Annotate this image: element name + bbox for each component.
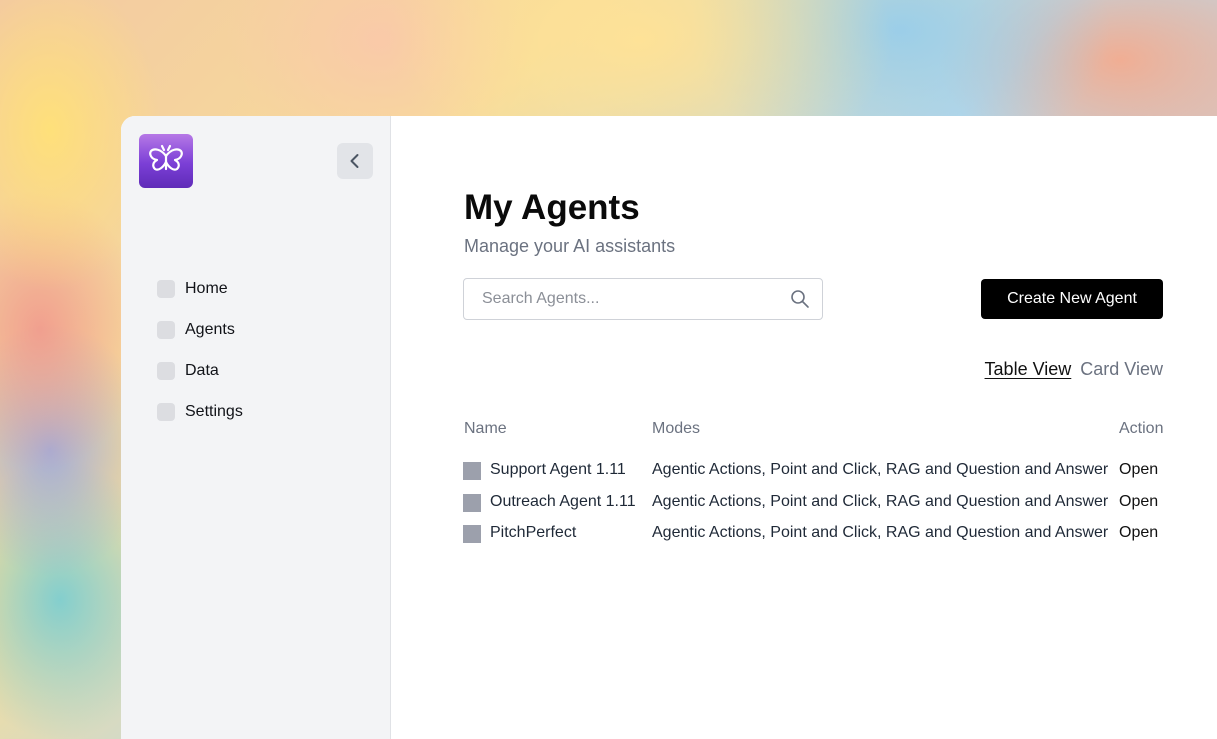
search-icon[interactable] xyxy=(790,289,810,309)
app-logo xyxy=(139,134,193,188)
column-header-action: Action xyxy=(1119,420,1164,437)
data-icon xyxy=(157,361,175,380)
agent-modes: Agentic Actions, Point and Click, RAG an… xyxy=(652,492,1109,510)
page-title: My Agents xyxy=(464,188,640,227)
column-header-modes: Modes xyxy=(652,420,701,437)
search-box xyxy=(463,278,823,320)
agents-table-body: Support Agent 1.11 Agentic Actions, Poin… xyxy=(463,457,1165,552)
sidebar-item-label: Settings xyxy=(185,402,243,420)
home-icon xyxy=(157,279,175,298)
agent-name: Outreach Agent 1.11 xyxy=(490,492,636,510)
card-view-tab[interactable]: Card View xyxy=(1080,359,1163,380)
agent-icon xyxy=(463,525,481,543)
column-header-name: Name xyxy=(464,420,507,437)
search-input[interactable] xyxy=(464,279,782,319)
sidebar-item-agents[interactable]: Agents xyxy=(157,309,243,350)
agent-name: Support Agent 1.11 xyxy=(490,461,626,478)
sidebar-item-label: Home xyxy=(185,279,228,297)
view-toggle: Table View Card View xyxy=(985,359,1163,380)
open-agent-link[interactable]: Open xyxy=(1119,493,1158,511)
sidebar-nav: Home Agents Data Settings xyxy=(157,268,243,432)
app-window: Home Agents Data Settings My Agents Mana… xyxy=(121,116,1217,739)
sidebar-item-label: Data xyxy=(185,361,219,379)
agent-icon xyxy=(463,462,481,480)
open-agent-link[interactable]: Open xyxy=(1119,461,1158,479)
table-view-tab[interactable]: Table View xyxy=(985,359,1072,380)
sidebar: Home Agents Data Settings xyxy=(121,116,391,739)
agent-name: PitchPerfect xyxy=(490,524,577,541)
sidebar-item-home[interactable]: Home xyxy=(157,268,243,309)
agents-icon xyxy=(157,320,175,339)
main-content: My Agents Manage your AI assistants Crea… xyxy=(391,116,1217,739)
settings-icon xyxy=(157,402,175,421)
open-agent-link[interactable]: Open xyxy=(1119,524,1158,542)
sidebar-item-settings[interactable]: Settings xyxy=(157,391,243,432)
table-header: Name Modes Action xyxy=(464,420,1164,440)
chevron-left-icon xyxy=(350,154,359,168)
create-new-agent-button[interactable]: Create New Agent xyxy=(981,279,1163,319)
sidebar-item-data[interactable]: Data xyxy=(157,350,243,391)
sidebar-item-label: Agents xyxy=(185,320,235,338)
collapse-sidebar-button[interactable] xyxy=(337,143,373,179)
table-row: Support Agent 1.11 Agentic Actions, Poin… xyxy=(463,457,1165,489)
table-row: Outreach Agent 1.11 Agentic Actions, Poi… xyxy=(463,489,1165,521)
agent-modes: Agentic Actions, Point and Click, RAG an… xyxy=(652,461,1109,478)
butterfly-icon xyxy=(149,144,183,171)
agent-modes: Agentic Actions, Point and Click, RAG an… xyxy=(652,524,1109,541)
agent-icon xyxy=(463,493,481,512)
table-row: PitchPerfect Agentic Actions, Point and … xyxy=(463,520,1165,552)
page-subtitle: Manage your AI assistants xyxy=(464,236,676,256)
